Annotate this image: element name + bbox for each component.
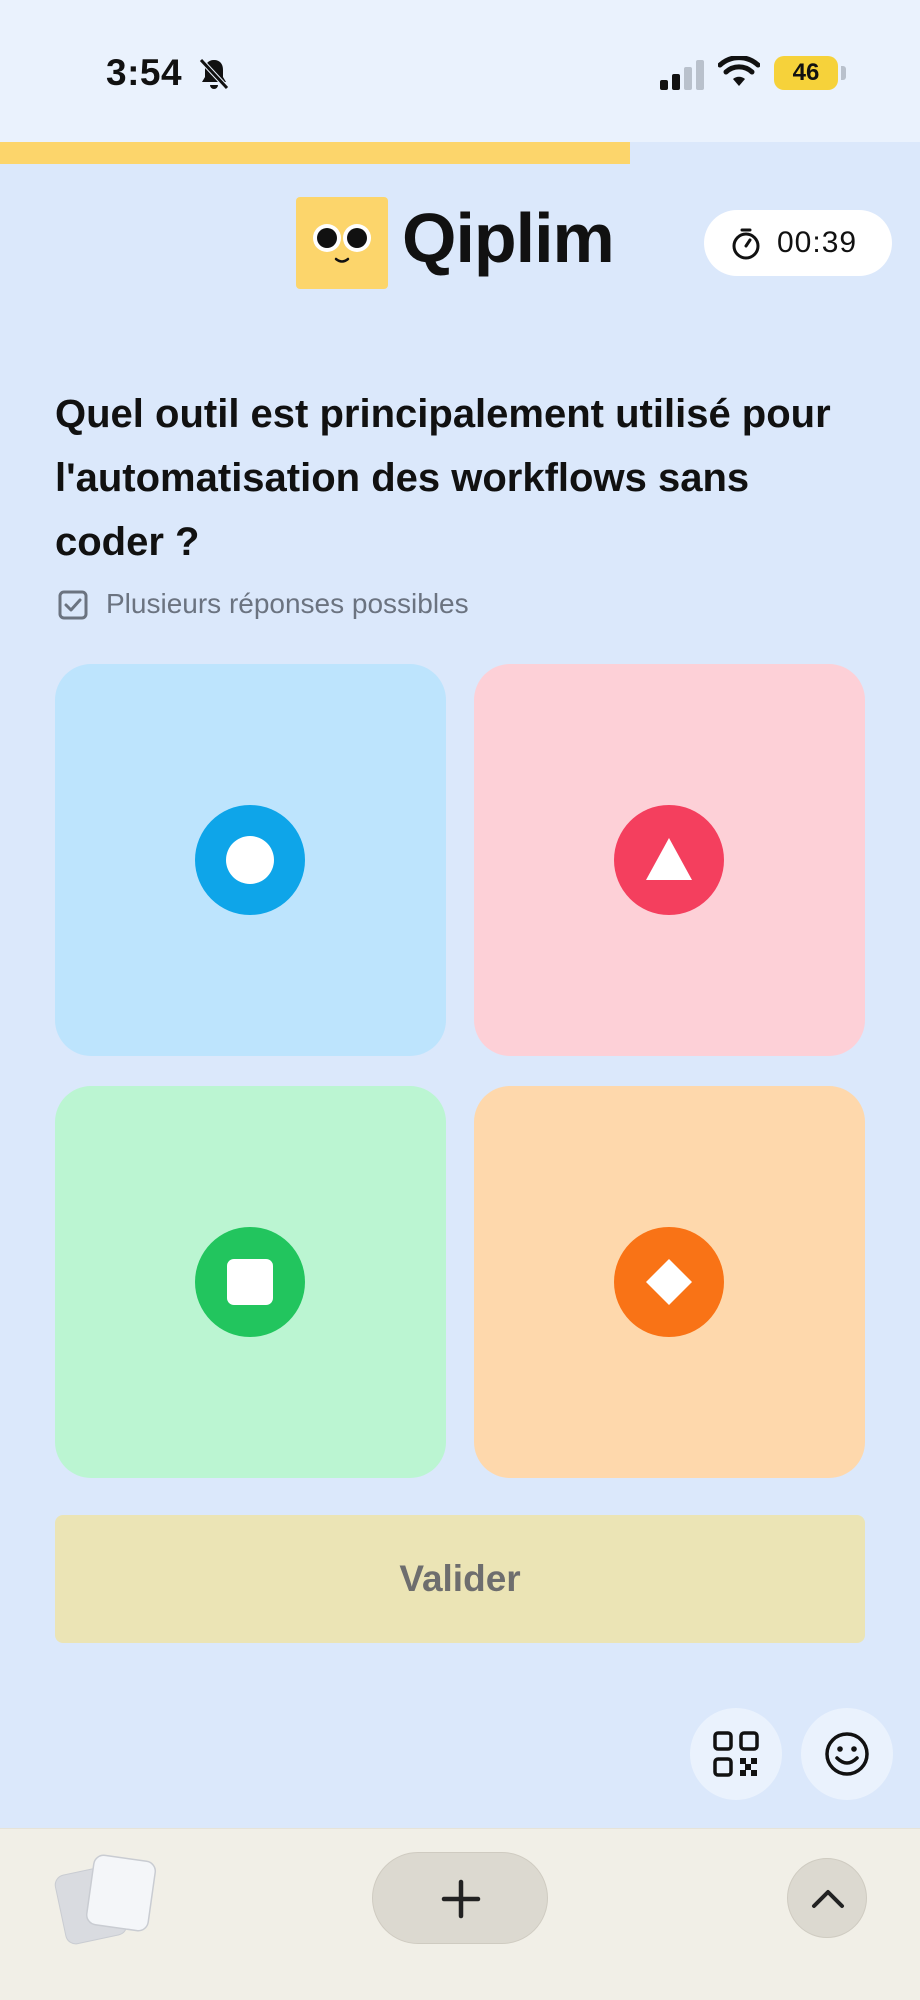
diamond-icon (646, 1259, 692, 1305)
square-icon (227, 1259, 273, 1305)
qr-code-button[interactable] (690, 1708, 782, 1800)
answer-option-circle[interactable] (55, 664, 446, 1056)
timer-badge: 00:39 (704, 210, 892, 276)
plus-icon (441, 1879, 481, 1919)
circle-icon (226, 836, 274, 884)
battery-cap (841, 66, 846, 80)
app-logo-text: Qiplim (402, 199, 615, 277)
stopwatch-icon (732, 228, 760, 260)
status-bar: 3:54 46 (0, 0, 920, 142)
reaction-button[interactable] (801, 1708, 893, 1800)
quiz-progress-fill (0, 142, 631, 164)
multiple-answers-hint: Plusieurs réponses possibles (106, 588, 469, 619)
status-time: 3:54 (106, 52, 183, 93)
triangle-shape-badge (614, 805, 724, 915)
new-tab-button[interactable] (372, 1852, 548, 1944)
diamond-shape-badge (614, 1227, 724, 1337)
tabs-icon[interactable] (52, 1848, 164, 1960)
checkbox-icon (58, 590, 88, 620)
bell-muted-icon (199, 58, 229, 90)
signal-icon (660, 60, 704, 90)
answer-option-square[interactable] (55, 1086, 446, 1478)
mascot-face-icon (313, 224, 371, 263)
scroll-up-button[interactable] (787, 1858, 867, 1938)
timer-value: 00:39 (777, 226, 858, 259)
smiley-icon (825, 1732, 869, 1776)
answer-option-diamond[interactable] (474, 1086, 865, 1478)
square-shape-badge (195, 1227, 305, 1337)
answer-option-triangle[interactable] (474, 664, 865, 1056)
qr-code-icon (713, 1731, 759, 1777)
quiz-progress-bar (0, 142, 920, 164)
circle-shape-badge (195, 805, 305, 915)
battery-icon: 46 (774, 56, 838, 90)
question-text: Quel outil est principalement utilisé po… (55, 392, 831, 564)
validate-button[interactable]: Valider (55, 1515, 865, 1643)
qiplim-mascot-logo (296, 197, 388, 289)
triangle-icon (646, 838, 692, 880)
chevron-up-icon (812, 1890, 844, 1908)
wifi-icon (718, 56, 760, 86)
